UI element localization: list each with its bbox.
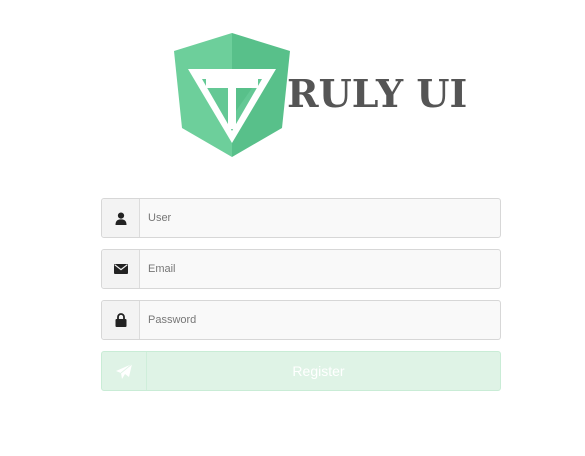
brand-logo: RULY UI <box>172 33 467 163</box>
email-field <box>101 249 501 289</box>
shield-logo-icon <box>174 33 290 157</box>
login-page: RULY UI User Email Register <box>0 0 585 456</box>
register-form: Register <box>101 198 501 391</box>
password-field <box>101 300 501 340</box>
logo-text: RULY UI <box>287 71 468 116</box>
envelope-icon <box>102 250 140 288</box>
user-input[interactable] <box>140 199 500 237</box>
register-button[interactable]: Register <box>101 351 501 391</box>
user-icon <box>102 199 140 237</box>
email-input[interactable] <box>140 250 500 288</box>
paper-plane-icon <box>102 352 147 390</box>
register-label: Register <box>292 363 345 379</box>
password-input[interactable] <box>140 301 500 339</box>
user-field <box>101 198 501 238</box>
lock-icon <box>102 301 140 339</box>
